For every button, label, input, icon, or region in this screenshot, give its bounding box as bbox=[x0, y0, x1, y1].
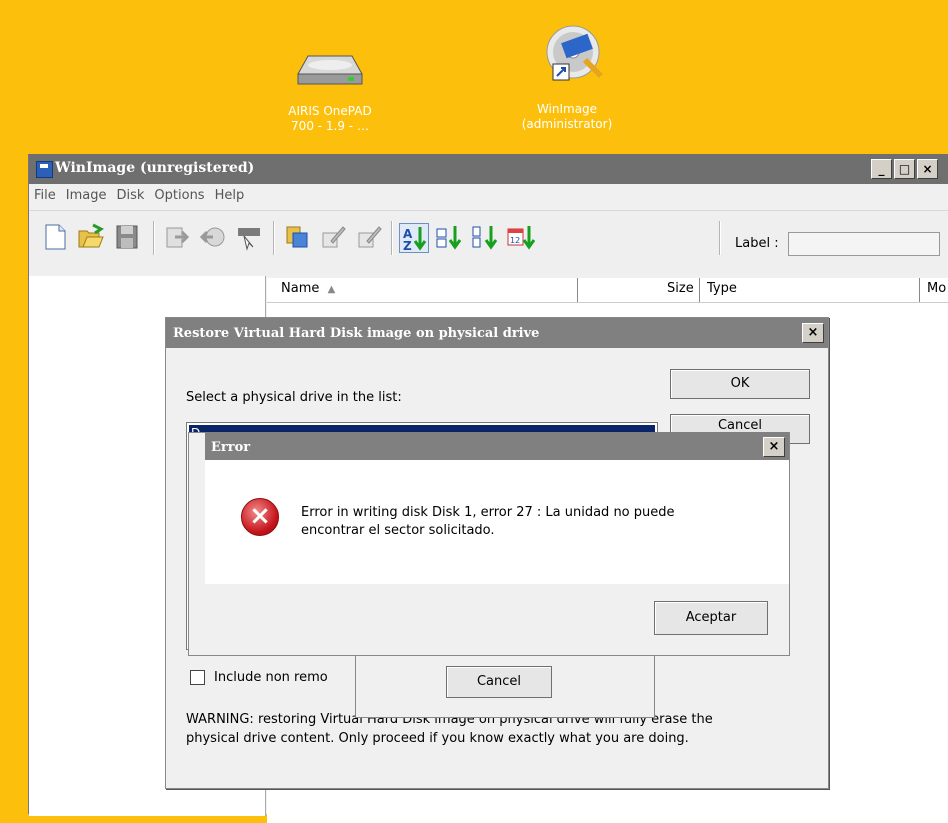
ok-button[interactable]: OK bbox=[670, 369, 810, 399]
edit2-icon[interactable] bbox=[355, 223, 383, 251]
save-icon[interactable] bbox=[113, 223, 141, 251]
desktop-icon-winimage[interactable]: WinImage (administrator) bbox=[502, 18, 632, 132]
desktop-icon-label-line2: (administrator) bbox=[521, 117, 613, 131]
drive-icon bbox=[290, 36, 370, 98]
error-titlebar[interactable]: Error × bbox=[205, 432, 789, 460]
desktop-icon-label-line1: WinImage bbox=[536, 102, 598, 116]
menu-image[interactable]: Image bbox=[61, 184, 112, 207]
column-name[interactable]: Name ▲ bbox=[281, 281, 335, 296]
maximize-button[interactable]: □ bbox=[894, 159, 915, 179]
window-titlebar[interactable]: WinImage (unregistered) _ □ × bbox=[29, 154, 948, 184]
svg-text:12: 12 bbox=[510, 236, 520, 245]
include-non-removable-checkbox[interactable] bbox=[190, 670, 205, 685]
menu-disk[interactable]: Disk bbox=[111, 184, 149, 207]
toolbar: AZ 12 Label : bbox=[29, 210, 948, 275]
disk-write-icon[interactable] bbox=[235, 223, 263, 251]
label-caption: Label : bbox=[735, 236, 779, 251]
sort-name-icon[interactable]: AZ bbox=[399, 223, 429, 253]
error-message: Error in writing disk Disk 1, error 27 :… bbox=[301, 504, 771, 540]
desktop-icon-label-line2: 700 - 1.9 - … bbox=[291, 119, 369, 133]
winimage-app-icon bbox=[527, 18, 607, 96]
error-icon: × bbox=[241, 498, 279, 536]
desktop-icon-airis[interactable]: AIRIS OnePAD 700 - 1.9 - … bbox=[265, 36, 395, 134]
sort-ext-icon[interactable] bbox=[435, 223, 463, 251]
column-size[interactable]: Size bbox=[667, 281, 694, 296]
error-footer: Aceptar bbox=[205, 584, 789, 654]
inject-icon[interactable] bbox=[163, 223, 191, 251]
aceptar-button[interactable]: Aceptar bbox=[654, 601, 768, 635]
error-message-line1: Error in writing disk Disk 1, error 27 :… bbox=[301, 505, 675, 520]
error-close-button[interactable]: × bbox=[763, 437, 785, 457]
label-input[interactable] bbox=[788, 232, 940, 256]
include-non-removable-label: Include non remo bbox=[214, 670, 328, 685]
error-message-line2: encontrar el sector solicitado. bbox=[301, 523, 495, 538]
column-modified[interactable]: Mo bbox=[927, 281, 946, 296]
new-icon[interactable] bbox=[41, 223, 69, 251]
close-button[interactable]: × bbox=[802, 323, 824, 343]
progress-cancel-button[interactable]: Cancel bbox=[446, 666, 552, 698]
extract-icon[interactable] bbox=[199, 223, 227, 251]
menu-options[interactable]: Options bbox=[149, 184, 209, 207]
svg-text:Z: Z bbox=[403, 239, 412, 252]
properties-icon[interactable] bbox=[283, 223, 311, 251]
select-drive-label: Select a physical drive in the list: bbox=[186, 390, 402, 405]
desktop-icon-label-line1: AIRIS OnePAD bbox=[288, 104, 372, 118]
menu-file[interactable]: File bbox=[29, 184, 61, 207]
close-button[interactable]: × bbox=[917, 159, 938, 179]
error-dialog: Error × × Error in writing disk Disk 1, … bbox=[205, 432, 789, 654]
floppy-app-icon bbox=[36, 161, 53, 178]
open-icon[interactable] bbox=[77, 223, 105, 251]
dialog-titlebar[interactable]: Restore Virtual Hard Disk image on physi… bbox=[166, 318, 828, 348]
dialog-title: Restore Virtual Hard Disk image on physi… bbox=[173, 326, 540, 341]
menu-help[interactable]: Help bbox=[210, 184, 250, 207]
sort-size-icon[interactable] bbox=[471, 223, 499, 251]
file-list-header: Name ▲ Size Type Mo bbox=[267, 278, 948, 303]
sort-date-icon[interactable]: 12 bbox=[507, 223, 536, 251]
edit-icon[interactable] bbox=[319, 223, 347, 251]
error-title: Error bbox=[211, 440, 251, 455]
menu-bar: File Image Disk Options Help bbox=[29, 184, 948, 208]
column-type[interactable]: Type bbox=[707, 281, 737, 296]
warning-line2: physical drive content. Only proceed if … bbox=[186, 731, 689, 746]
minimize-button[interactable]: _ bbox=[871, 159, 892, 179]
window-title: WinImage (unregistered) bbox=[55, 160, 255, 176]
sort-asc-icon: ▲ bbox=[327, 284, 336, 295]
